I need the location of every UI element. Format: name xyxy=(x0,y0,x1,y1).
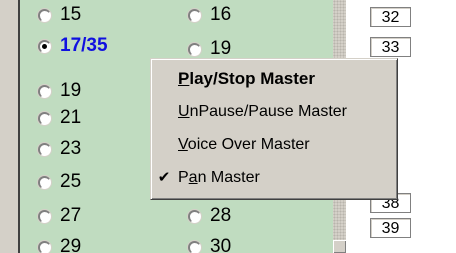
radio-label: 28 xyxy=(210,205,232,226)
menu-item-label: Voice Over Master xyxy=(178,136,310,153)
menu-item-label: Pan Master xyxy=(178,169,260,186)
radio-option-27[interactable]: 27 xyxy=(38,205,81,227)
checkmark-icon: ✔ xyxy=(157,169,171,186)
radio-button-selected[interactable] xyxy=(38,39,51,53)
menu-label-post: n Master xyxy=(197,169,260,186)
menu-item-play-stop-master[interactable]: Play/Stop Master xyxy=(151,62,397,95)
radio-label: 27 xyxy=(60,205,82,226)
menu-item-pan-master[interactable]: ✔ Pan Master xyxy=(151,161,397,194)
radio-button[interactable] xyxy=(188,240,201,253)
menu-accelerator: a xyxy=(188,169,198,186)
menu-accelerator: U xyxy=(178,103,190,120)
radio-button[interactable] xyxy=(38,209,51,223)
menu-item-label: UnPause/Pause Master xyxy=(178,103,347,120)
radio-button[interactable] xyxy=(38,175,51,189)
menu-label-post: lay/Stop Master xyxy=(189,69,315,88)
menu-accelerator: P xyxy=(178,69,190,88)
radio-button[interactable] xyxy=(38,84,51,98)
radio-label: 16 xyxy=(210,4,232,25)
radio-button[interactable] xyxy=(188,209,201,223)
radio-label: 25 xyxy=(60,171,82,192)
radio-option-21[interactable]: 21 xyxy=(38,107,81,129)
radio-label: 19 xyxy=(210,38,232,59)
number-cell[interactable]: 32 xyxy=(370,7,411,27)
radio-button[interactable] xyxy=(38,8,51,22)
radio-label: 17/35 xyxy=(60,35,108,56)
radio-option-19[interactable]: 19 xyxy=(38,80,81,102)
window-border xyxy=(0,0,18,253)
radio-button[interactable] xyxy=(188,8,201,22)
number-cell[interactable]: 39 xyxy=(370,218,411,238)
window-fragment: 15 17/35 19 21 23 25 27 29 16 19 28 30 3… xyxy=(0,0,456,253)
radio-option-15[interactable]: 15 xyxy=(38,4,81,26)
radio-option-28[interactable]: 28 xyxy=(188,205,231,227)
context-menu: Play/Stop Master UnPause/Pause Master Vo… xyxy=(150,58,398,200)
radio-label: 15 xyxy=(60,4,82,25)
radio-label: 21 xyxy=(60,107,82,128)
menu-label-post: nPause/Pause Master xyxy=(189,103,347,120)
radio-option-right-19[interactable]: 19 xyxy=(188,38,231,60)
radio-button[interactable] xyxy=(188,42,201,56)
radio-button[interactable] xyxy=(38,142,51,156)
radio-button[interactable] xyxy=(38,240,51,253)
radio-option-23[interactable]: 23 xyxy=(38,138,81,160)
radio-option-29[interactable]: 29 xyxy=(38,236,81,253)
menu-label-pre: P xyxy=(178,169,189,186)
radio-label: 30 xyxy=(210,236,232,253)
menu-item-unpause-pause-master[interactable]: UnPause/Pause Master xyxy=(151,95,397,128)
menu-label-post: oice Over Master xyxy=(187,136,310,153)
menu-item-label: Play/Stop Master xyxy=(178,69,315,88)
radio-dot-icon xyxy=(42,43,47,49)
radio-button[interactable] xyxy=(38,111,51,125)
radio-label: 29 xyxy=(60,236,82,253)
radio-option-30[interactable]: 30 xyxy=(188,236,231,253)
radio-label: 19 xyxy=(60,80,82,101)
scrollbar-thumb[interactable] xyxy=(333,240,346,253)
menu-item-voice-over-master[interactable]: Voice Over Master xyxy=(151,128,397,161)
menu-accelerator: V xyxy=(178,136,188,153)
radio-option-17-35[interactable]: 17/35 xyxy=(38,35,108,57)
radio-option-25[interactable]: 25 xyxy=(38,171,81,193)
radio-label: 23 xyxy=(60,138,82,159)
radio-option-16[interactable]: 16 xyxy=(188,4,231,26)
number-cell[interactable]: 33 xyxy=(370,37,411,57)
